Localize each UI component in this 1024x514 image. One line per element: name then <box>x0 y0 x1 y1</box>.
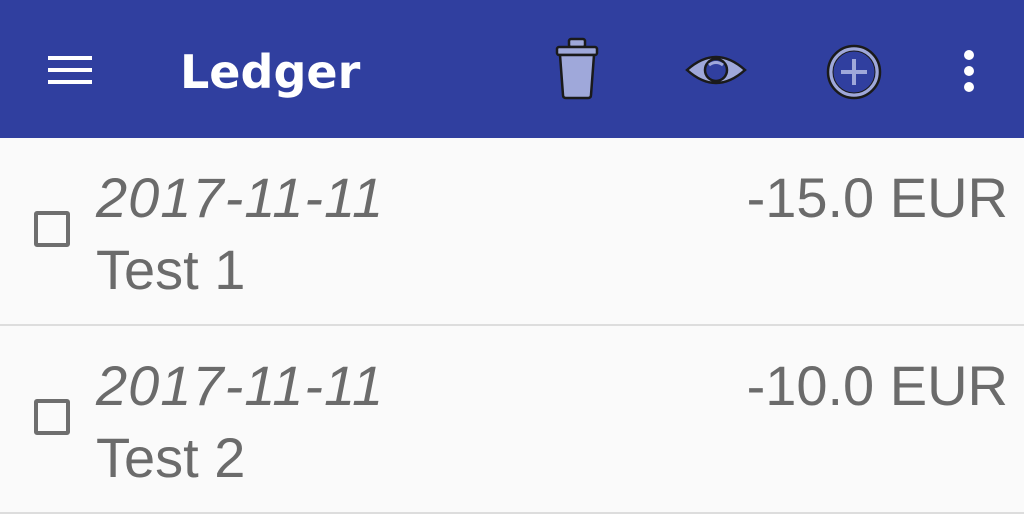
eye-icon <box>685 55 747 85</box>
entry-date: 2017-11-11 <box>96 354 385 417</box>
app-bar: Ledger <box>0 0 1024 138</box>
entry-date: 2017-11-11 <box>96 166 385 229</box>
entry-description: Test 1 <box>96 238 246 301</box>
trash-icon <box>555 37 599 100</box>
select-checkbox[interactable] <box>34 399 70 435</box>
entry-amount: -15.0 EUR <box>746 166 1008 229</box>
select-checkbox[interactable] <box>34 211 70 247</box>
overflow-menu-button[interactable] <box>950 44 988 98</box>
menu-button[interactable] <box>40 45 100 95</box>
add-circle-icon <box>826 44 882 100</box>
entry-description: Test 2 <box>96 426 246 489</box>
list-item[interactable]: 2017-11-11 Test 2 -10.0 EUR <box>0 326 1024 514</box>
page-title: Ledger <box>180 45 361 99</box>
delete-button[interactable] <box>548 34 606 104</box>
entry-amount: -10.0 EUR <box>746 354 1008 417</box>
hamburger-menu-icon <box>48 56 92 84</box>
view-button[interactable] <box>680 40 752 100</box>
list-item[interactable]: 2017-11-11 Test 1 -15.0 EUR <box>0 138 1024 326</box>
more-vert-icon <box>964 50 974 92</box>
add-button[interactable] <box>822 40 886 104</box>
ledger-list: 2017-11-11 Test 1 -15.0 EUR 2017-11-11 T… <box>0 138 1024 514</box>
